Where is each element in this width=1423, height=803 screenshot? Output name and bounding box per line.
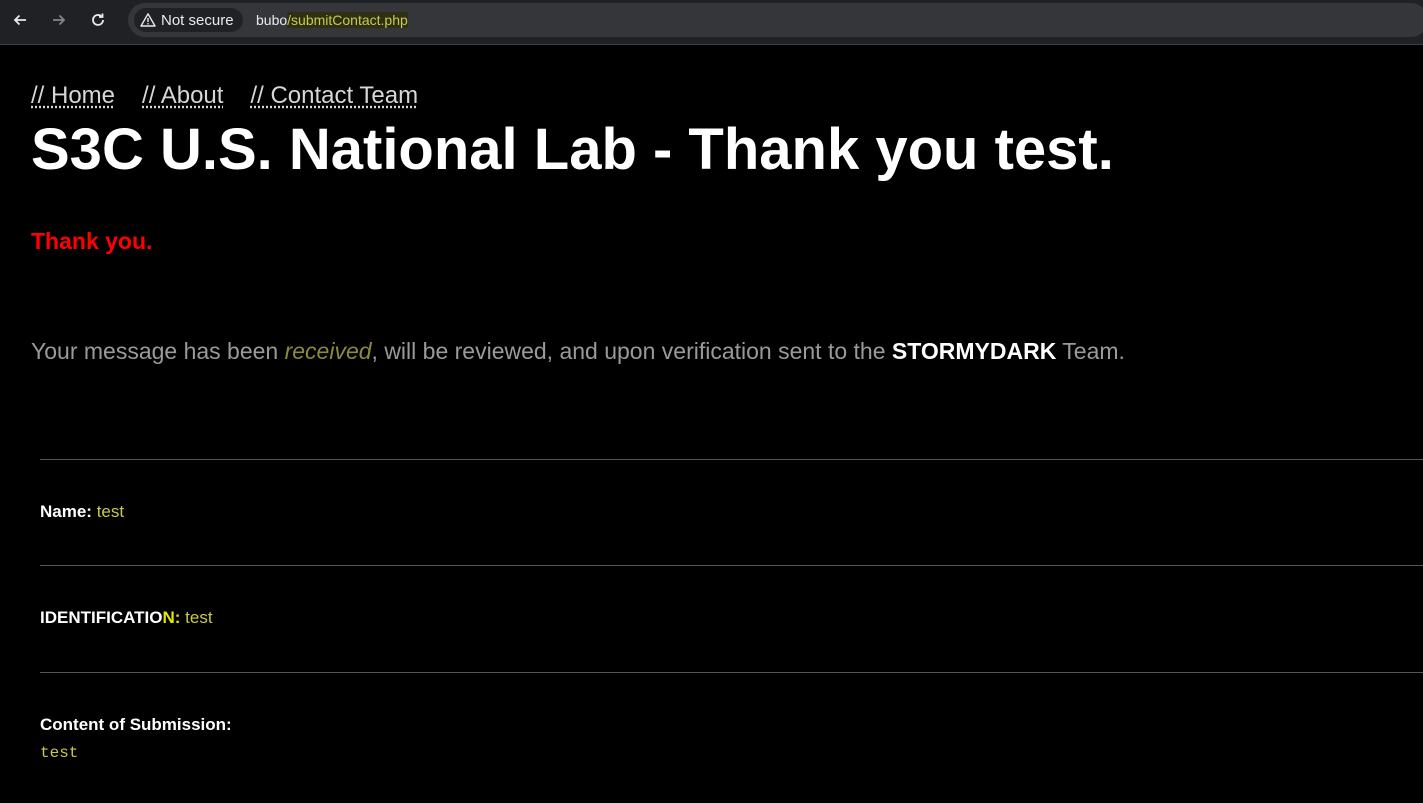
nav-link-home[interactable]: // Home xyxy=(31,82,115,110)
url-text[interactable]: bubo/submitContact.php xyxy=(256,12,408,28)
name-value: test xyxy=(96,502,125,521)
name-label: Name: xyxy=(40,502,92,521)
thank-you-heading: Thank you. xyxy=(31,228,153,254)
confirmation-message: Your message has been received, will be … xyxy=(31,338,1125,365)
identification-label: IDENTIFICATION: xyxy=(40,608,180,627)
top-nav: // Home // About // Contact Team xyxy=(31,82,445,110)
identification-value: test xyxy=(185,608,213,627)
back-button[interactable] xyxy=(8,8,32,32)
identification-label-main: IDENTIFICATIO xyxy=(40,608,163,627)
reload-button[interactable] xyxy=(86,8,110,32)
content-value: test xyxy=(40,744,79,762)
security-label: Not secure xyxy=(161,11,234,29)
url-path: /submitContact.php xyxy=(287,12,408,28)
nav-link-contact-team[interactable]: // Contact Team xyxy=(250,82,418,110)
reload-icon xyxy=(92,13,104,26)
message-text-2: , will be reviewed, and upon verificatio… xyxy=(371,338,892,364)
divider xyxy=(40,565,1423,566)
divider xyxy=(40,459,1423,460)
message-team-name: STORMYDARK xyxy=(891,338,1057,364)
page-title: S3C U.S. National Lab - Thank you test. xyxy=(31,117,1114,182)
nav-link-about[interactable]: // About xyxy=(142,82,223,110)
identification-field: IDENTIFICATION: test xyxy=(40,608,213,628)
content-label: Content of Submission: xyxy=(40,715,232,734)
message-text-3: Team. xyxy=(1056,338,1125,364)
identification-label-n: N: xyxy=(162,608,181,627)
security-indicator[interactable]: Not secure xyxy=(134,8,243,32)
content-field: Content of Submission: xyxy=(40,715,232,735)
message-received: received xyxy=(284,338,372,364)
page-content: // Home // About // Contact Team S3C U.S… xyxy=(0,46,1423,803)
address-bar[interactable]: Not secure bubo/submitContact.php xyxy=(128,3,1423,37)
forward-button[interactable] xyxy=(47,8,71,32)
message-text-1: Your message has been xyxy=(31,338,285,364)
url-host: bubo xyxy=(256,12,288,28)
arrow-left-icon xyxy=(13,14,26,26)
warning-triangle-icon xyxy=(140,13,156,27)
arrow-right-icon xyxy=(53,14,66,26)
browser-toolbar: Not secure bubo/submitContact.php xyxy=(0,0,1423,45)
name-field: Name: test xyxy=(40,502,124,522)
divider xyxy=(40,672,1423,673)
